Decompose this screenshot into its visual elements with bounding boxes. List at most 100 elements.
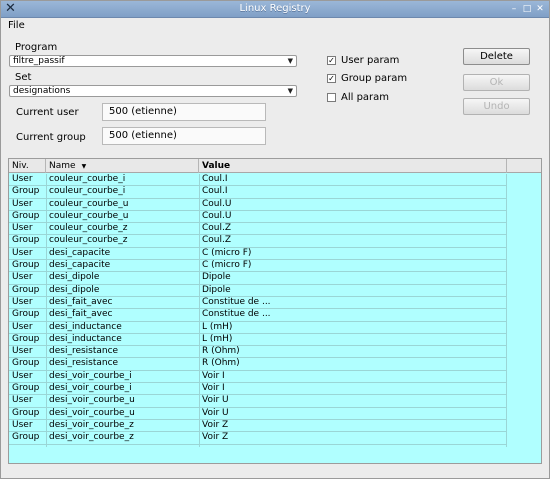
row-level-cell: User: [12, 296, 33, 307]
program-label: Program: [15, 42, 58, 53]
table-row[interactable]: Group couleur_courbe_i Coul.I: [9, 186, 507, 199]
row-name-cell: couleur_courbe_i: [49, 174, 126, 184]
current-group-field[interactable]: 500 (etienne): [102, 127, 266, 145]
row-value-cell: Voir Z: [202, 432, 229, 443]
group-param-option[interactable]: ✓ Group param: [327, 73, 407, 84]
row-value-cell: Constitue de ...: [202, 296, 271, 307]
row-value-cell: Coul.Z: [202, 223, 232, 234]
undo-button[interactable]: Undo: [463, 98, 530, 115]
row-name-cell: desi_voir_courbe_i: [49, 370, 132, 381]
column-header-value[interactable]: Value: [199, 159, 507, 173]
delete-button[interactable]: Delete: [463, 48, 530, 65]
row-level-cell: Group: [12, 432, 40, 443]
table-row[interactable]: User desi_resistance R (Ohm): [9, 346, 507, 359]
table-row[interactable]: Group desi_voir_courbe_u Voir U: [9, 408, 507, 420]
row-level-cell: Group: [12, 210, 40, 221]
group-param-checkbox[interactable]: ✓: [327, 74, 336, 83]
registry-table[interactable]: Niv. Name ▼ Value User couleur_courbe_i Cou…: [8, 158, 542, 464]
row-value-cell: Coul.Z: [202, 235, 232, 246]
user-param-option[interactable]: ✓ User param: [327, 55, 399, 66]
row-level-cell: User: [12, 174, 33, 184]
close-icon[interactable]: ✕: [535, 4, 545, 14]
chevron-down-icon: ▼: [287, 87, 293, 95]
user-param-checkbox[interactable]: ✓: [327, 56, 336, 65]
row-level-cell: User: [12, 223, 33, 234]
table-row[interactable]: User desi_inductance L (mH): [9, 322, 507, 334]
all-param-label: All param: [341, 92, 390, 103]
ok-button[interactable]: Ok: [463, 74, 530, 91]
table-row[interactable]: User desi_voir_courbe_u Voir U: [9, 395, 507, 408]
row-value-cell: C (micro F): [202, 260, 252, 271]
title-bar[interactable]: ✕ Linux Registry – □ ✕: [1, 1, 549, 18]
row-value-cell: C (micro F): [202, 247, 252, 258]
table-row[interactable]: User desi_dipole Dipole: [9, 272, 507, 285]
table-row[interactable]: Group desi_dipole Dipole: [9, 285, 507, 297]
row-name-cell: couleur_courbe_z: [49, 223, 128, 234]
column-header-name-label: Name: [49, 161, 76, 171]
row-level-cell: Group: [12, 186, 40, 197]
row-name-cell: desi_voir_courbe_i: [49, 383, 132, 394]
row-value-cell: Voir I: [202, 383, 225, 394]
row-name-cell: desi_dipole: [49, 272, 100, 283]
column-header-name[interactable]: Name ▼: [46, 159, 199, 173]
table-row[interactable]: User desi_fait_avec Constitue de ...: [9, 296, 507, 310]
row-name-cell: desi_resistance: [49, 358, 119, 369]
column-header-niv[interactable]: Niv.: [9, 159, 46, 173]
table-row[interactable]: User couleur_courbe_i Coul.I: [9, 174, 507, 187]
all-param-option[interactable]: All param: [327, 92, 389, 103]
row-value-cell: L (mH): [202, 321, 233, 332]
row-level-cell: Group: [12, 235, 40, 246]
table-row[interactable]: Group desi_voir_courbe_z Voir Z: [9, 432, 507, 445]
current-user-label: Current user: [16, 107, 79, 118]
table-row[interactable]: Group couleur_courbe_u Coul.U: [9, 210, 507, 224]
table-row[interactable]: User desi_voir_courbe_i Voir I: [9, 370, 507, 384]
table-row[interactable]: User desi_voir_courbe_z Voir Z: [9, 419, 507, 433]
row-name-cell: desi_resistance: [49, 346, 119, 357]
registry-window: ✕ Linux Registry – □ ✕ File Program filt…: [0, 0, 550, 479]
set-select[interactable]: designations ▼: [9, 85, 297, 97]
table-row[interactable]: Group desi_capacite C (micro F): [9, 260, 507, 273]
row-name-cell: desi_voir_courbe_u: [49, 395, 135, 406]
table-body: User couleur_courbe_i Coul.I Group couleur_c…: [9, 174, 507, 445]
row-value-cell: R (Ohm): [202, 346, 240, 357]
row-level-cell: Group: [12, 407, 40, 418]
table-row[interactable]: Group desi_inductance L (mH): [9, 333, 507, 347]
menu-file[interactable]: File: [8, 20, 25, 31]
row-name-cell: desi_fait_avec: [49, 296, 113, 307]
minimize-icon[interactable]: –: [509, 4, 519, 14]
current-group-label: Current group: [16, 132, 86, 143]
user-param-label: User param: [341, 55, 400, 66]
row-name-cell: couleur_courbe_i: [49, 186, 126, 197]
row-value-cell: Voir Z: [202, 419, 229, 430]
program-select[interactable]: filtre_passif ▼: [9, 55, 297, 67]
table-header: Niv. Name ▼ Value: [9, 159, 541, 173]
set-label: Set: [15, 72, 32, 83]
maximize-icon[interactable]: □: [522, 4, 532, 14]
row-name-cell: desi_inductance: [49, 321, 122, 332]
row-level-cell: User: [12, 321, 33, 332]
row-value-cell: Dipole: [202, 272, 231, 283]
row-value-cell: Coul.U: [202, 198, 232, 209]
row-value-cell: Coul.U: [202, 210, 232, 221]
chevron-down-icon: ▼: [287, 57, 293, 65]
row-level-cell: Group: [12, 309, 40, 320]
row-name-cell: desi_inductance: [49, 333, 122, 344]
row-value-cell: Constitue de ...: [202, 309, 271, 320]
row-level-cell: Group: [12, 383, 40, 394]
row-name-cell: desi_voir_courbe_z: [49, 432, 134, 443]
row-level-cell: User: [12, 370, 33, 381]
table-row[interactable]: Group couleur_courbe_z Coul.Z: [9, 235, 507, 248]
row-name-cell: couleur_courbe_z: [49, 235, 128, 246]
all-param-checkbox[interactable]: [327, 93, 336, 102]
row-value-cell: Coul.I: [202, 186, 228, 197]
set-value: designations: [13, 86, 71, 96]
current-user-field[interactable]: 500 (etienne): [102, 103, 266, 121]
table-row[interactable]: Group desi_voir_courbe_i Voir I: [9, 383, 507, 396]
table-row[interactable]: User desi_capacite C (micro F): [9, 247, 507, 261]
table-row[interactable]: Group desi_fait_avec Constitue de ...: [9, 309, 507, 322]
row-value-cell: Coul.I: [202, 174, 228, 184]
table-row[interactable]: Group desi_resistance R (Ohm): [9, 358, 507, 371]
table-row[interactable]: User couleur_courbe_u Coul.U: [9, 199, 507, 211]
row-value-cell: Voir U: [202, 395, 229, 406]
table-row[interactable]: User couleur_courbe_z Coul.Z: [9, 223, 507, 236]
